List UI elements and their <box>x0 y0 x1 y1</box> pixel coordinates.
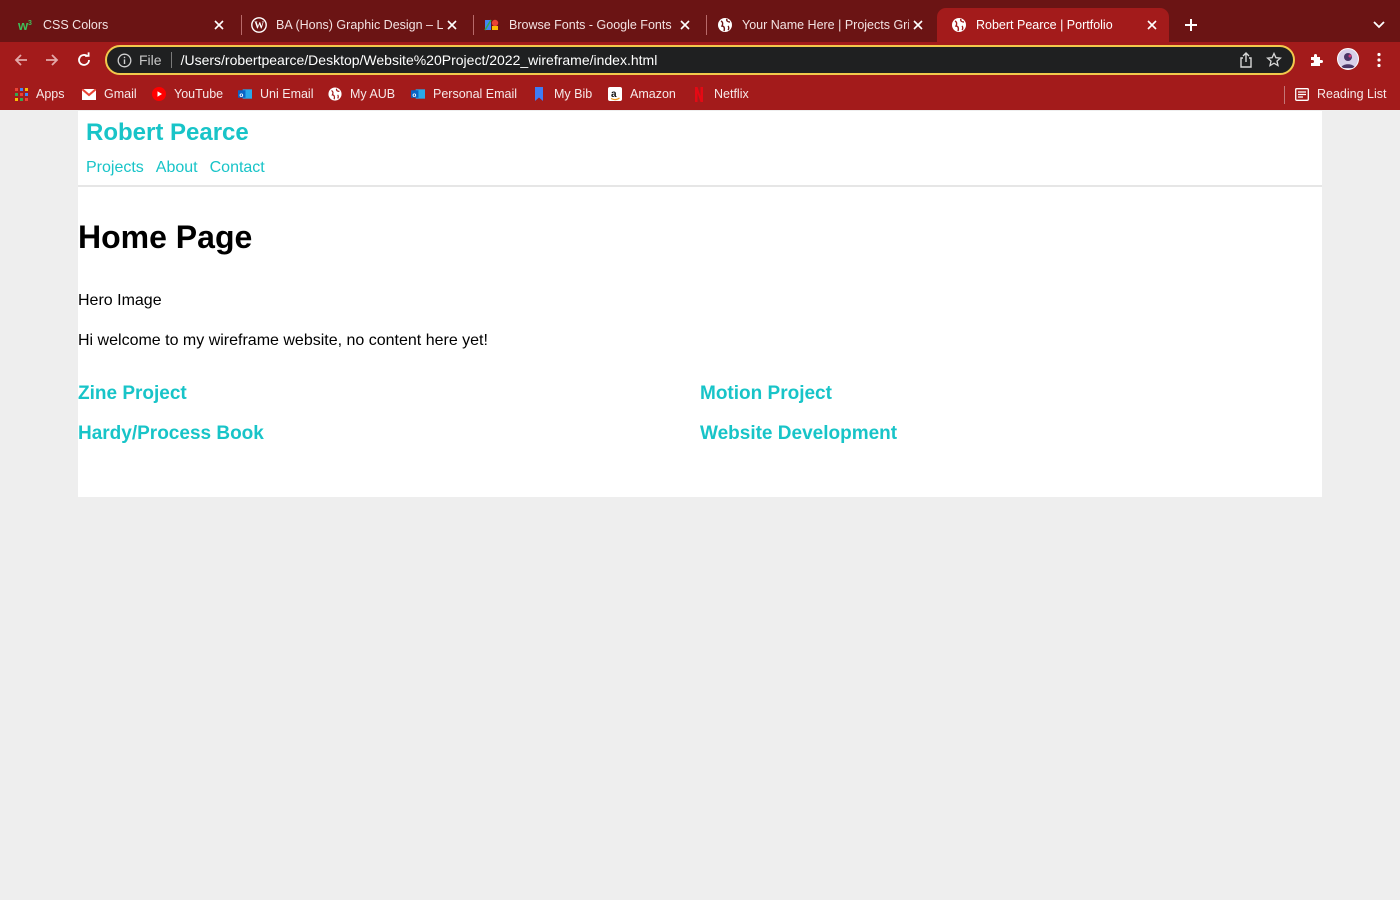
project-link-website-development[interactable]: Website Development <box>700 423 897 445</box>
bookmark-personal-email[interactable]: o Personal Email <box>411 86 517 102</box>
amazon-icon: a <box>608 87 622 101</box>
reading-list-label: Reading List <box>1317 87 1387 101</box>
close-icon[interactable] <box>909 16 927 34</box>
globe-icon <box>328 87 342 101</box>
chevron-down-icon <box>1373 21 1385 29</box>
tab-strip: w3 CSS Colors W BA (Hons) Graphic Design… <box>0 0 1400 42</box>
bookmark-apps[interactable]: Apps <box>14 86 65 102</box>
bookmark-my-bib[interactable]: My Bib <box>532 86 592 102</box>
outlook-icon: o <box>411 87 425 101</box>
forward-button[interactable] <box>41 49 63 71</box>
tab-search-button[interactable] <box>1368 14 1390 36</box>
globe-icon <box>717 17 733 33</box>
bookmark-icon <box>532 87 546 101</box>
w3schools-icon: w3 <box>18 17 34 33</box>
site-nav: Projects About Contact <box>86 159 265 177</box>
globe-icon <box>951 17 967 33</box>
nav-link-about[interactable]: About <box>156 159 198 177</box>
plus-icon <box>1185 19 1197 31</box>
bookmark-youtube[interactable]: YouTube <box>152 86 223 102</box>
nav-link-contact[interactable]: Contact <box>210 159 265 177</box>
bookmark-label: Amazon <box>630 87 676 101</box>
google-fonts-icon <box>484 17 500 33</box>
tab-ba-graphic-design[interactable]: W BA (Hons) Graphic Design – Le <box>237 8 469 42</box>
hero-image-placeholder: Hero Image <box>78 292 162 309</box>
bookmark-label: My Bib <box>554 87 593 101</box>
new-tab-button[interactable] <box>1180 14 1202 36</box>
tab-projects-grid[interactable]: Your Name Here | Projects Grid <box>703 8 935 42</box>
reload-icon <box>78 52 90 66</box>
tab-google-fonts[interactable]: Browse Fonts - Google Fonts <box>470 8 702 42</box>
address-divider <box>170 52 172 68</box>
page-title: Home Page <box>78 219 253 255</box>
address-bar[interactable]: File /Users/robertpearce/Desktop/Website… <box>105 45 1295 75</box>
arrow-left-icon <box>14 54 27 66</box>
reading-list-icon <box>1295 87 1309 101</box>
bookmark-my-aub[interactable]: My AUB <box>328 86 395 102</box>
youtube-icon <box>152 87 166 101</box>
back-button[interactable] <box>10 49 32 71</box>
tab-title: Your Name Here | Projects Grid <box>742 18 909 32</box>
bookmark-label: YouTube <box>174 87 224 101</box>
bookmark-label: Gmail <box>104 87 137 101</box>
tab-title: Robert Pearce | Portfolio <box>976 18 1113 32</box>
close-icon[interactable] <box>676 16 694 34</box>
scheme-label: File <box>139 52 162 68</box>
nav-link-projects[interactable]: Projects <box>86 159 144 177</box>
bookmark-label: Apps <box>36 87 65 101</box>
close-icon[interactable] <box>1143 16 1161 34</box>
welcome-text: Hi welcome to my wireframe website, no c… <box>78 332 488 349</box>
bookmark-label: Personal Email <box>433 87 518 101</box>
info-icon[interactable] <box>116 52 132 68</box>
svg-text:W: W <box>254 21 264 32</box>
tab-title: CSS Colors <box>43 18 109 32</box>
svg-text:3: 3 <box>28 20 32 27</box>
tab-robert-pearce-portfolio[interactable]: Robert Pearce | Portfolio <box>937 8 1169 42</box>
bookmark-label: Netflix <box>714 87 749 101</box>
arrow-right-icon <box>46 54 59 66</box>
share-icon[interactable] <box>1237 51 1255 69</box>
site-title[interactable]: Robert Pearce <box>86 119 249 147</box>
apps-grid-icon <box>14 87 28 101</box>
netflix-icon <box>692 86 706 102</box>
gmail-icon <box>82 87 96 101</box>
project-link-motion[interactable]: Motion Project <box>700 383 832 405</box>
bookmarks-bar: Apps Gmail YouTube o Uni Email My AUB o … <box>0 78 1400 110</box>
wordpress-icon: W <box>251 17 267 33</box>
bookmark-netflix[interactable]: Netflix <box>692 86 749 102</box>
svg-text:o: o <box>412 92 416 99</box>
bookmark-star-icon[interactable] <box>1265 51 1283 69</box>
extensions-icon[interactable] <box>1306 50 1326 70</box>
close-icon[interactable] <box>443 16 461 34</box>
bookmark-gmail[interactable]: Gmail <box>82 86 137 102</box>
close-icon[interactable] <box>210 16 228 34</box>
menu-icon[interactable] <box>1369 50 1389 70</box>
site-header: Robert Pearce Projects About Contact <box>78 111 1322 187</box>
browser-toolbar: File /Users/robertpearce/Desktop/Website… <box>0 42 1400 78</box>
bookmarks-separator <box>1284 86 1285 104</box>
tab-css-colors[interactable]: w3 CSS Colors <box>4 8 236 42</box>
tab-title: Browse Fonts - Google Fonts <box>509 18 672 32</box>
reading-list-button[interactable]: Reading List <box>1295 86 1387 102</box>
bookmark-amazon[interactable]: a Amazon <box>608 86 676 102</box>
svg-text:o: o <box>239 92 243 99</box>
tab-title: BA (Hons) Graphic Design – Le <box>276 18 443 32</box>
bookmark-label: Uni Email <box>260 87 314 101</box>
project-link-zine[interactable]: Zine Project <box>78 383 187 405</box>
profile-avatar[interactable] <box>1337 48 1359 70</box>
page-container: Robert Pearce Projects About Contact Hom… <box>78 111 1322 497</box>
address-url[interactable]: /Users/robertpearce/Desktop/Website%20Pr… <box>181 52 1237 68</box>
outlook-icon: o <box>238 87 252 101</box>
reload-button[interactable] <box>73 49 95 71</box>
project-link-hardy-process-book[interactable]: Hardy/Process Book <box>78 423 264 445</box>
bookmark-label: My AUB <box>350 87 396 101</box>
bookmark-uni-email[interactable]: o Uni Email <box>238 86 314 102</box>
